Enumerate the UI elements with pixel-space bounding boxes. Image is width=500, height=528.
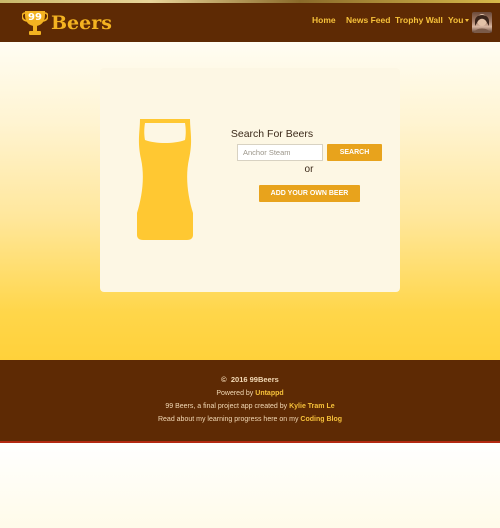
beer-search-input[interactable] [237, 144, 323, 161]
nav-you-dropdown[interactable]: You [448, 15, 470, 25]
caret-down-icon [465, 19, 470, 23]
trophy-icon: 99 [22, 9, 48, 38]
author-link[interactable]: Kylie Tram Le [289, 403, 335, 410]
search-title: Search For Beers [230, 128, 314, 140]
brand-logo[interactable]: 99 Beers [22, 8, 112, 38]
beer-glass-icon [137, 119, 193, 240]
footer-copyright: © 2016 99Beers [0, 375, 500, 384]
search-button[interactable]: SEARCH [327, 144, 382, 161]
nav-trophy-wall[interactable]: Trophy Wall [395, 15, 443, 25]
untappd-link[interactable]: Untappd [255, 390, 283, 397]
add-own-beer-button[interactable]: ADD YOUR OWN BEER [259, 185, 360, 202]
powered-by-label: Powered by [216, 390, 256, 397]
brand-badge-number: 99 [28, 11, 42, 23]
coding-blog-link[interactable]: Coding Blog [300, 416, 342, 423]
brand-name: Beers [51, 12, 112, 34]
user-avatar[interactable] [472, 12, 492, 33]
nav-home[interactable]: Home [312, 15, 336, 25]
project-credit-label: 99 Beers, a final project app created by [165, 403, 290, 410]
footer-project-credit: 99 Beers, a final project app created by… [0, 403, 500, 410]
or-divider-text: or [304, 164, 314, 175]
blog-label: Read about my learning progress here on … [157, 416, 301, 423]
navbar: 99 Beers Home News Feed Trophy Wall You [0, 3, 500, 42]
copyright-text: 2016 99Beers [230, 375, 279, 384]
nav-you-label: You [448, 15, 464, 25]
search-card: Search For Beers SEARCH or ADD YOUR OWN … [100, 68, 400, 292]
nav-news-feed[interactable]: News Feed [346, 15, 390, 25]
page-bottom-area [0, 443, 500, 528]
copyright-symbol: © [221, 375, 227, 384]
footer-powered-by: Powered by Untappd [0, 390, 500, 397]
footer-blog: Read about my learning progress here on … [0, 416, 500, 423]
footer: © 2016 99Beers Powered by Untappd 99 Bee… [0, 360, 500, 443]
